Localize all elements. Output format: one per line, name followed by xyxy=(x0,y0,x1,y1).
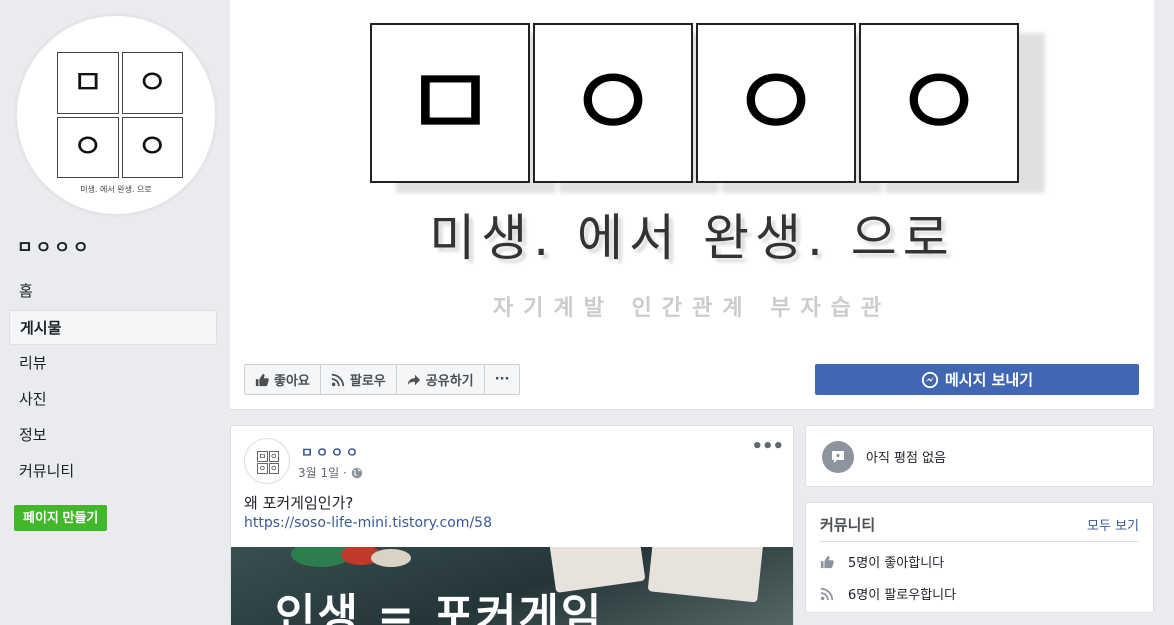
cover-subtitle: 자기계발 인간관계 부자습관 xyxy=(492,296,892,321)
post-card: ㅁ ㅇ ㅇ ㅇ ㅁㅇㅇㅇ 3월 1일 · ••• 왜 포커게임인가? https… xyxy=(230,425,794,625)
nav-item-reviews[interactable]: 리뷰 xyxy=(9,346,217,381)
logo-char: ㅁ xyxy=(57,52,119,114)
avatar[interactable]: ㅁ ㅇ ㅇ ㅇ xyxy=(244,438,290,484)
more-options-button[interactable]: ··· xyxy=(485,365,520,394)
send-message-button[interactable]: 메시지 보내기 xyxy=(815,364,1139,395)
thumbs-up-icon xyxy=(255,373,269,386)
post-meta: 3월 1일 · xyxy=(298,464,363,481)
community-title: 커뮤니티 xyxy=(820,516,876,534)
page-action-bar: 좋아요 팔로우 공유하기 ··· xyxy=(244,364,521,395)
likes-count-text[interactable]: 5명이 좋아합니다 xyxy=(848,552,944,571)
more-options-label: ··· xyxy=(494,372,510,387)
avatar-logo-char: ㅇ xyxy=(257,463,268,474)
like-label: 좋아요 xyxy=(274,374,310,389)
no-ratings-text: 아직 평점 없음 xyxy=(866,451,947,466)
community-follows-row: 6명이 팔로우합니다 xyxy=(820,584,956,603)
post-link[interactable]: https://soso-life-mini.tistory.com/58 xyxy=(244,515,492,531)
playing-card xyxy=(647,547,765,603)
send-message-label: 메시지 보내기 xyxy=(944,371,1034,389)
nav-item-posts[interactable]: 게시물 xyxy=(9,310,217,345)
poker-chip xyxy=(371,549,411,567)
post-text: 왜 포커게임인가? xyxy=(244,494,354,512)
cover-char: ㅇ xyxy=(533,23,693,183)
cover-char: ㅇ xyxy=(696,23,856,183)
post-image-caption: 인생 = 포커게임 xyxy=(275,590,604,625)
logo-char: ㅇ xyxy=(121,52,183,114)
review-bubble-icon xyxy=(822,441,854,473)
like-button[interactable]: 좋아요 xyxy=(245,365,321,394)
nav-item-about[interactable]: 정보 xyxy=(9,418,217,453)
rss-icon xyxy=(331,373,345,386)
share-arrow-icon xyxy=(407,374,420,385)
logo-grid: ㅁ ㅇ ㅇ ㅇ xyxy=(57,52,183,178)
cover-card: ㅁ ㅇ ㅇ ㅇ 미생. 에서 완생. 으로 자기계발 인간관계 부자습관 좋아요… xyxy=(230,0,1154,410)
avatar-logo-char: ㅁ xyxy=(257,451,268,462)
logo-tagline: 미생. 에서 완생. 으로 xyxy=(80,185,152,194)
logo-char: ㅇ xyxy=(57,116,119,178)
page-name[interactable]: ㅁㅇㅇㅇ xyxy=(17,233,92,258)
thumbs-up-icon xyxy=(820,555,834,568)
nav-item-photos[interactable]: 사진 xyxy=(9,382,217,417)
see-all-link[interactable]: 모두 보기 xyxy=(1087,515,1139,534)
share-button[interactable]: 공유하기 xyxy=(397,365,485,394)
reviews-card: 아직 평점 없음 xyxy=(805,425,1154,487)
avatar-logo-char: ㅇ xyxy=(268,451,279,462)
post-date[interactable]: 3월 1일 · xyxy=(298,464,347,481)
page-nav: 홈 게시물 리뷰 사진 정보 커뮤니티 xyxy=(9,274,217,490)
profile-picture[interactable]: ㅁ ㅇ ㅇ ㅇ 미생. 에서 완생. 으로 xyxy=(14,13,218,217)
avatar-logo-grid: ㅁ ㅇ ㅇ ㅇ xyxy=(257,451,279,474)
left-sidebar: ㅁ ㅇ ㅇ ㅇ 미생. 에서 완생. 으로 ㅁㅇㅇㅇ 홈 게시물 리뷰 사진 정… xyxy=(0,0,230,625)
follows-count-text[interactable]: 6명이 팔로우합니다 xyxy=(848,584,956,603)
post-image[interactable]: 인생 = 포커게임 xyxy=(231,547,793,625)
share-label: 공유하기 xyxy=(425,374,474,389)
post-author[interactable]: ㅁㅇㅇㅇ xyxy=(301,442,361,461)
cover-char: ㅁ xyxy=(370,23,530,183)
community-likes-row: 5명이 좋아합니다 xyxy=(820,552,944,571)
follow-button[interactable]: 팔로우 xyxy=(321,365,397,394)
create-page-button[interactable]: 페이지 만들기 xyxy=(14,505,108,531)
follow-label: 팔로우 xyxy=(349,374,386,389)
logo-char: ㅇ xyxy=(121,116,183,178)
rss-icon xyxy=(820,587,834,600)
divider xyxy=(820,541,1139,542)
avatar-logo-char: ㅇ xyxy=(268,463,279,474)
globe-icon xyxy=(351,467,363,478)
cover-title: 미생. 에서 완생. 으로 xyxy=(429,209,955,267)
community-card: 커뮤니티 모두 보기 5명이 좋아합니다 6명이 팔로우합니다 xyxy=(805,502,1154,613)
nav-item-home[interactable]: 홈 xyxy=(9,274,217,309)
messenger-icon xyxy=(921,371,939,388)
cover-photo[interactable]: ㅁ ㅇ ㅇ ㅇ 미생. 에서 완생. 으로 자기계발 인간관계 부자습관 xyxy=(230,0,1154,348)
nav-item-community[interactable]: 커뮤니티 xyxy=(9,454,217,489)
post-options-button[interactable]: ••• xyxy=(751,436,784,457)
cover-char: ㅇ xyxy=(859,23,1019,183)
